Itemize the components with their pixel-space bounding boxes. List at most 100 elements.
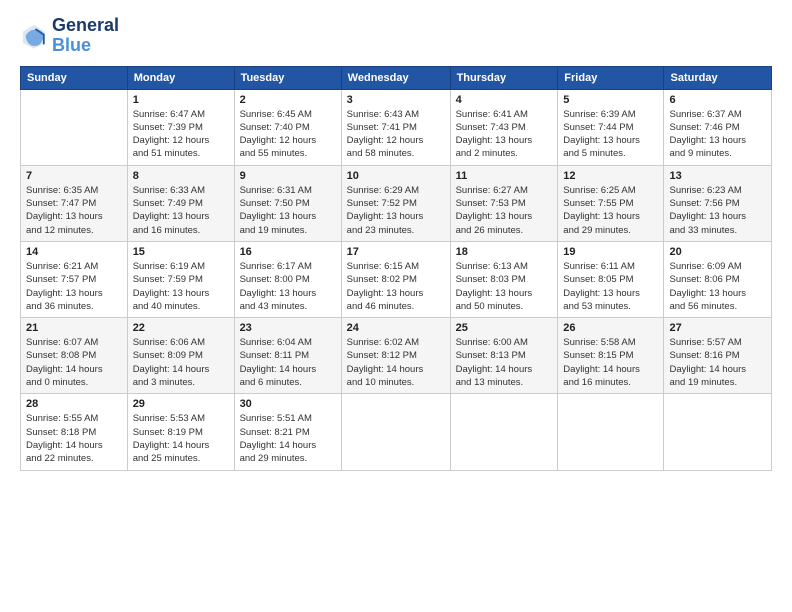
- logo-icon: [20, 22, 48, 50]
- calendar-cell: 17Sunrise: 6:15 AM Sunset: 8:02 PM Dayli…: [341, 241, 450, 317]
- day-number: 29: [133, 398, 229, 410]
- day-info: Sunrise: 6:35 AM Sunset: 7:47 PM Dayligh…: [26, 184, 122, 237]
- day-number: 24: [347, 322, 445, 334]
- day-info: Sunrise: 6:27 AM Sunset: 7:53 PM Dayligh…: [456, 184, 553, 237]
- day-info: Sunrise: 6:29 AM Sunset: 7:52 PM Dayligh…: [347, 184, 445, 237]
- calendar-cell: 26Sunrise: 5:58 AM Sunset: 8:15 PM Dayli…: [558, 318, 664, 394]
- calendar-week-row: 1 Sunrise: 6:47 AM Sunset: 7:39 PM Daylig…: [21, 89, 772, 165]
- calendar-week-row: 14Sunrise: 6:21 AM Sunset: 7:57 PM Dayli…: [21, 241, 772, 317]
- calendar-cell: 11 Sunrise: 6:27 AM Sunset: 7:53 PM Dayli…: [450, 165, 558, 241]
- calendar-cell: 2 Sunrise: 6:45 AM Sunset: 7:40 PM Daylig…: [234, 89, 341, 165]
- logo-text: GeneralBlue: [52, 16, 119, 56]
- calendar-cell: 30 Sunrise: 5:51 AM Sunset: 8:21 PM Dayli…: [234, 394, 341, 470]
- weekday-header-monday: Monday: [127, 66, 234, 89]
- day-number: 26: [563, 322, 658, 334]
- day-number: 8: [133, 170, 229, 182]
- day-number: 27: [669, 322, 766, 334]
- weekday-header-thursday: Thursday: [450, 66, 558, 89]
- day-info: Sunrise: 6:06 AM Sunset: 8:09 PM Dayligh…: [133, 336, 229, 389]
- day-number: 10: [347, 170, 445, 182]
- calendar-cell: 28 Sunrise: 5:55 AM Sunset: 8:18 PM Dayli…: [21, 394, 128, 470]
- calendar-cell: 27 Sunrise: 5:57 AM Sunset: 8:16 PM Dayli…: [664, 318, 772, 394]
- day-info: Sunrise: 6:04 AM Sunset: 8:11 PM Dayligh…: [240, 336, 336, 389]
- day-number: 20: [669, 246, 766, 258]
- day-info: Sunrise: 6:13 AM Sunset: 8:03 PM Dayligh…: [456, 260, 553, 313]
- calendar-cell: 21 Sunrise: 6:07 AM Sunset: 8:08 PM Dayli…: [21, 318, 128, 394]
- day-number: 7: [26, 170, 122, 182]
- day-number: 12: [563, 170, 658, 182]
- day-info: Sunrise: 6:02 AM Sunset: 8:12 PM Dayligh…: [347, 336, 445, 389]
- calendar-cell: 14Sunrise: 6:21 AM Sunset: 7:57 PM Dayli…: [21, 241, 128, 317]
- day-info: Sunrise: 6:37 AM Sunset: 7:46 PM Dayligh…: [669, 108, 766, 161]
- day-info: Sunrise: 6:31 AM Sunset: 7:50 PM Dayligh…: [240, 184, 336, 237]
- calendar-cell: [450, 394, 558, 470]
- calendar-cell: 5 Sunrise: 6:39 AM Sunset: 7:44 PM Daylig…: [558, 89, 664, 165]
- calendar-cell: 1 Sunrise: 6:47 AM Sunset: 7:39 PM Daylig…: [127, 89, 234, 165]
- calendar-cell: 13Sunrise: 6:23 AM Sunset: 7:56 PM Dayli…: [664, 165, 772, 241]
- day-number: 14: [26, 246, 122, 258]
- weekday-header-saturday: Saturday: [664, 66, 772, 89]
- calendar-cell: 10 Sunrise: 6:29 AM Sunset: 7:52 PM Dayli…: [341, 165, 450, 241]
- day-number: 6: [669, 94, 766, 106]
- day-info: Sunrise: 6:11 AM Sunset: 8:05 PM Dayligh…: [563, 260, 658, 313]
- day-number: 15: [133, 246, 229, 258]
- day-number: 18: [456, 246, 553, 258]
- day-info: Sunrise: 5:57 AM Sunset: 8:16 PM Dayligh…: [669, 336, 766, 389]
- day-number: 2: [240, 94, 336, 106]
- day-info: Sunrise: 6:19 AM Sunset: 7:59 PM Dayligh…: [133, 260, 229, 313]
- day-info: Sunrise: 6:17 AM Sunset: 8:00 PM Dayligh…: [240, 260, 336, 313]
- day-number: 25: [456, 322, 553, 334]
- calendar-cell: 24 Sunrise: 6:02 AM Sunset: 8:12 PM Dayli…: [341, 318, 450, 394]
- calendar-week-row: 7 Sunrise: 6:35 AM Sunset: 7:47 PM Daylig…: [21, 165, 772, 241]
- calendar-cell: 18 Sunrise: 6:13 AM Sunset: 8:03 PM Dayli…: [450, 241, 558, 317]
- day-number: 4: [456, 94, 553, 106]
- calendar-week-row: 28 Sunrise: 5:55 AM Sunset: 8:18 PM Dayli…: [21, 394, 772, 470]
- calendar-cell: 29 Sunrise: 5:53 AM Sunset: 8:19 PM Dayli…: [127, 394, 234, 470]
- calendar-cell: [558, 394, 664, 470]
- day-number: 17: [347, 246, 445, 258]
- day-number: 28: [26, 398, 122, 410]
- calendar-cell: 8Sunrise: 6:33 AM Sunset: 7:49 PM Daylig…: [127, 165, 234, 241]
- day-number: 11: [456, 170, 553, 182]
- calendar-cell: 16Sunrise: 6:17 AM Sunset: 8:00 PM Dayli…: [234, 241, 341, 317]
- calendar-cell: 6 Sunrise: 6:37 AM Sunset: 7:46 PM Daylig…: [664, 89, 772, 165]
- day-info: Sunrise: 6:09 AM Sunset: 8:06 PM Dayligh…: [669, 260, 766, 313]
- day-number: 9: [240, 170, 336, 182]
- calendar-cell: 19 Sunrise: 6:11 AM Sunset: 8:05 PM Dayli…: [558, 241, 664, 317]
- weekday-header-row: SundayMondayTuesdayWednesdayThursdayFrid…: [21, 66, 772, 89]
- day-info: Sunrise: 5:53 AM Sunset: 8:19 PM Dayligh…: [133, 412, 229, 465]
- calendar-cell: 23Sunrise: 6:04 AM Sunset: 8:11 PM Dayli…: [234, 318, 341, 394]
- calendar-cell: 7 Sunrise: 6:35 AM Sunset: 7:47 PM Daylig…: [21, 165, 128, 241]
- weekday-header-sunday: Sunday: [21, 66, 128, 89]
- day-info: Sunrise: 6:39 AM Sunset: 7:44 PM Dayligh…: [563, 108, 658, 161]
- day-number: 22: [133, 322, 229, 334]
- day-number: 19: [563, 246, 658, 258]
- weekday-header-tuesday: Tuesday: [234, 66, 341, 89]
- page: GeneralBlue SundayMondayTuesdayWednesday…: [0, 0, 792, 612]
- day-number: 21: [26, 322, 122, 334]
- calendar-cell: 15 Sunrise: 6:19 AM Sunset: 7:59 PM Dayli…: [127, 241, 234, 317]
- calendar-cell: 25 Sunrise: 6:00 AM Sunset: 8:13 PM Dayli…: [450, 318, 558, 394]
- weekday-header-wednesday: Wednesday: [341, 66, 450, 89]
- calendar-cell: [21, 89, 128, 165]
- day-number: 3: [347, 94, 445, 106]
- day-number: 1: [133, 94, 229, 106]
- calendar-cell: [664, 394, 772, 470]
- weekday-header-friday: Friday: [558, 66, 664, 89]
- calendar-cell: 3Sunrise: 6:43 AM Sunset: 7:41 PM Daylig…: [341, 89, 450, 165]
- day-info: Sunrise: 5:51 AM Sunset: 8:21 PM Dayligh…: [240, 412, 336, 465]
- calendar-week-row: 21 Sunrise: 6:07 AM Sunset: 8:08 PM Dayli…: [21, 318, 772, 394]
- day-info: Sunrise: 5:55 AM Sunset: 8:18 PM Dayligh…: [26, 412, 122, 465]
- day-info: Sunrise: 6:07 AM Sunset: 8:08 PM Dayligh…: [26, 336, 122, 389]
- day-info: Sunrise: 6:45 AM Sunset: 7:40 PM Dayligh…: [240, 108, 336, 161]
- day-number: 5: [563, 94, 658, 106]
- day-info: Sunrise: 6:00 AM Sunset: 8:13 PM Dayligh…: [456, 336, 553, 389]
- calendar-cell: 9 Sunrise: 6:31 AM Sunset: 7:50 PM Daylig…: [234, 165, 341, 241]
- logo: GeneralBlue: [20, 16, 119, 56]
- calendar-cell: 22 Sunrise: 6:06 AM Sunset: 8:09 PM Dayli…: [127, 318, 234, 394]
- calendar-cell: [341, 394, 450, 470]
- day-info: Sunrise: 6:47 AM Sunset: 7:39 PM Dayligh…: [133, 108, 229, 161]
- calendar-table: SundayMondayTuesdayWednesdayThursdayFrid…: [20, 66, 772, 471]
- day-info: Sunrise: 6:23 AM Sunset: 7:56 PM Dayligh…: [669, 184, 766, 237]
- day-number: 30: [240, 398, 336, 410]
